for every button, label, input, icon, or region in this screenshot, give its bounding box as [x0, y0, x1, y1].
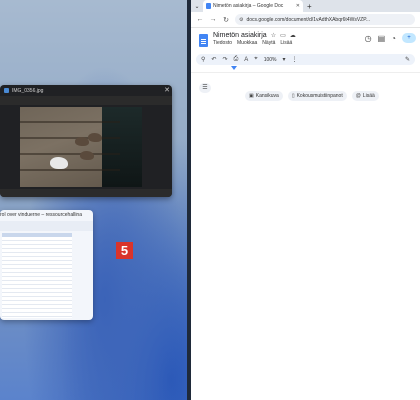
forward-icon[interactable]: →	[209, 16, 217, 23]
redo-icon[interactable]: ↷	[222, 56, 227, 63]
photo-plank	[20, 153, 120, 155]
close-icon[interactable]: ✕	[296, 3, 300, 9]
comment-icon[interactable]: ▤	[378, 34, 386, 43]
tab-title: Nimetön asiakirja – Google Doc	[213, 3, 284, 9]
spreadsheet-toolbar	[0, 221, 93, 231]
photo-pigeon	[88, 133, 102, 142]
menu-file[interactable]: Tiedosto	[213, 40, 232, 46]
docs-logo-icon[interactable]	[199, 34, 208, 47]
spreadsheet-snapshot[interactable]: rol over vinduerne – ressourcehallina	[0, 210, 93, 320]
photo-plank	[20, 137, 120, 139]
undo-icon[interactable]: ↶	[211, 56, 216, 63]
address-bar-row: ← → ↻ ⚙ docs.google.com/document/d/1vAdt…	[191, 12, 420, 28]
spellcheck-icon[interactable]: A	[244, 57, 248, 63]
meet-icon[interactable]: ◔	[391, 34, 396, 43]
docs-header: Nimetön asiakirja ☆ ▭ ☁ Tiedosto Muokkaa…	[191, 28, 420, 52]
close-icon[interactable]: ✕	[162, 85, 172, 96]
share-button[interactable]: +	[402, 33, 416, 43]
cloud-status-icon[interactable]: ☁	[290, 32, 296, 39]
tab-strip: ⌄ Nimetön asiakirja – Google Doc ✕ +	[191, 0, 420, 12]
document-icon: ▯	[291, 93, 295, 99]
history-icon[interactable]: ◷	[365, 34, 372, 43]
photo-viewer-snapshot[interactable]: IMG_0356.jpg ✕	[0, 85, 172, 197]
print-icon[interactable]: ⎙	[233, 56, 238, 63]
tab-search-icon[interactable]: ⌄	[191, 3, 203, 10]
building-blocks-chips: ▣ Kansikuva ▯ Kokousmuistiinpanot @ Lisä…	[245, 91, 379, 101]
document-title[interactable]: Nimetön asiakirja	[213, 32, 267, 39]
photo-seagull	[50, 157, 68, 169]
indent-marker[interactable]	[231, 66, 237, 70]
chip-label: Kokousmuistiinpanot	[296, 93, 343, 99]
url-text[interactable]: docs.google.com/document/d/1vAdthXAbqr6t…	[246, 17, 370, 23]
back-icon[interactable]: ←	[196, 16, 204, 23]
photo-pigeons-on-pier	[20, 107, 142, 187]
menu-edit[interactable]: Muokkaa	[237, 40, 257, 46]
image-file-icon	[4, 88, 9, 93]
docs-favicon-icon	[206, 3, 211, 9]
chip-cover-image[interactable]: ▣ Kansikuva	[245, 91, 283, 101]
chevron-down-icon[interactable]: ▾	[282, 56, 285, 63]
at-sign-icon: @	[355, 93, 361, 99]
star-icon[interactable]: ☆	[271, 32, 276, 39]
editing-mode-icon[interactable]: ✎	[405, 56, 410, 63]
docs-menubar: Tiedosto Muokkaa Näytä Lisää	[213, 40, 296, 46]
desktop-wallpaper: IMG_0356.jpg ✕ rol over vinduerne – ress…	[0, 0, 190, 400]
spreadsheet-title: rol over vinduerne – ressourcehallina	[0, 212, 82, 218]
photo-viewer-title: IMG_0356.jpg	[12, 87, 44, 94]
photo-viewer-statusbar	[0, 189, 172, 197]
spreadsheet-header-row	[2, 233, 72, 237]
photo-pigeon	[80, 151, 94, 160]
ruler	[191, 65, 420, 73]
paint-format-icon[interactable]: ⌖	[254, 56, 257, 63]
edit-toolbar: ⚲ ↶ ↷ ⎙ A ⌖ 100% ▾ ⋮ ✎	[196, 54, 415, 65]
reload-icon[interactable]: ↻	[222, 16, 230, 24]
new-tab-button[interactable]: +	[307, 2, 312, 11]
chip-label: Kansikuva	[255, 93, 279, 99]
step-number-badge: 5	[116, 242, 133, 259]
photo-pigeon	[75, 137, 89, 146]
chip-label: Lisää	[362, 93, 375, 99]
spreadsheet-grid	[2, 233, 72, 318]
photo-plank	[20, 169, 120, 171]
photo-plank	[20, 121, 120, 123]
chip-more[interactable]: @ Lisää	[351, 91, 379, 101]
chrome-window: ⌄ Nimetön asiakirja – Google Doc ✕ + ← →…	[191, 0, 420, 400]
photo-viewer-toolbar	[0, 96, 172, 105]
photo-water	[102, 107, 142, 187]
site-info-icon[interactable]: ⚙	[239, 17, 243, 23]
more-options-icon[interactable]: ⋮	[292, 56, 298, 63]
folder-move-icon[interactable]: ▭	[280, 32, 286, 39]
menu-view[interactable]: Näytä	[262, 40, 275, 46]
search-menus-icon[interactable]: ⚲	[201, 56, 205, 63]
menu-insert[interactable]: Lisää	[280, 40, 292, 46]
tab-google-docs[interactable]: Nimetön asiakirja – Google Doc ✕	[203, 0, 303, 12]
outline-toggle-icon[interactable]: ☰	[199, 83, 211, 93]
photo-viewer-titlebar: IMG_0356.jpg ✕	[0, 85, 172, 96]
omnibox[interactable]: ⚙ docs.google.com/document/d/1vAdthXAbqr…	[235, 14, 415, 25]
chip-meeting-notes[interactable]: ▯ Kokousmuistiinpanot	[287, 91, 347, 101]
document-canvas[interactable]: ☰ ▣ Kansikuva ▯ Kokousmuistiinpanot @ Li…	[191, 73, 420, 393]
image-icon: ▣	[249, 93, 254, 99]
zoom-select[interactable]: 100%	[264, 57, 277, 63]
